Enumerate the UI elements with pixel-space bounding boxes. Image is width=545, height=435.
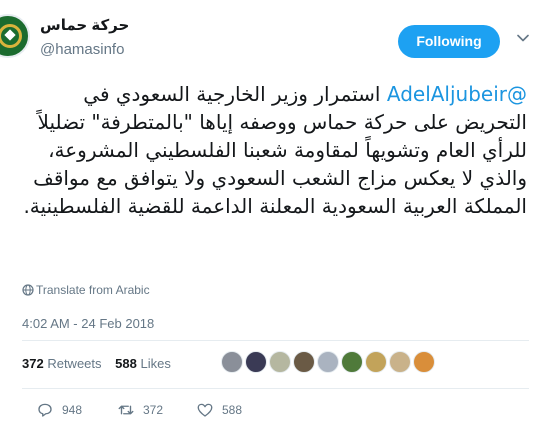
- tweet-text: @AdelAljubeir استمرار وزير الخارجية السع…: [12, 80, 527, 220]
- chevron-down-icon[interactable]: [517, 32, 529, 44]
- hamas-logo-icon[interactable]: [0, 14, 30, 58]
- liker-avatar[interactable]: [341, 351, 363, 373]
- divider: [22, 340, 529, 341]
- globe-icon: [22, 284, 34, 296]
- liker-avatar[interactable]: [269, 351, 291, 373]
- likes-count: 588: [115, 356, 137, 371]
- divider: [22, 388, 529, 389]
- mention-link[interactable]: @AdelAljubeir: [387, 82, 527, 106]
- following-button[interactable]: Following: [398, 25, 500, 58]
- tweet-actions: 948 372 588: [0, 400, 545, 424]
- retweets-count: 372: [22, 356, 44, 371]
- tweet-stats: 372 Retweets 588 Likes: [22, 356, 181, 371]
- like-count: 588: [222, 403, 243, 417]
- likers-avatars: [221, 351, 437, 375]
- tweet-timestamp[interactable]: 4:02 AM - 24 Feb 2018: [22, 316, 154, 331]
- heart-icon: [197, 403, 213, 417]
- likes-stat[interactable]: 588 Likes: [115, 356, 171, 371]
- reply-count: 948: [62, 403, 83, 417]
- like-button[interactable]: 588: [196, 400, 242, 420]
- likes-label: Likes: [140, 356, 171, 371]
- reply-icon: [38, 403, 52, 417]
- liker-avatar[interactable]: [389, 351, 411, 373]
- liker-avatar[interactable]: [245, 351, 267, 373]
- author-handle[interactable]: @hamasinfo: [40, 41, 124, 58]
- reply-button[interactable]: 948: [36, 400, 82, 420]
- author-display-name[interactable]: حركة حماس: [40, 16, 129, 34]
- retweet-icon: [118, 405, 134, 415]
- liker-avatar[interactable]: [221, 351, 243, 373]
- liker-avatar[interactable]: [413, 351, 435, 373]
- liker-avatar[interactable]: [317, 351, 339, 373]
- retweet-button[interactable]: 372: [117, 400, 163, 420]
- retweets-stat[interactable]: 372 Retweets: [22, 356, 102, 371]
- tweet-header: حركة حماس @hamasinfo Following: [0, 0, 545, 80]
- retweet-count: 372: [143, 403, 164, 417]
- retweets-label: Retweets: [47, 356, 102, 371]
- liker-avatar[interactable]: [365, 351, 387, 373]
- translate-link[interactable]: Translate from Arabic: [36, 283, 150, 297]
- liker-avatar[interactable]: [293, 351, 315, 373]
